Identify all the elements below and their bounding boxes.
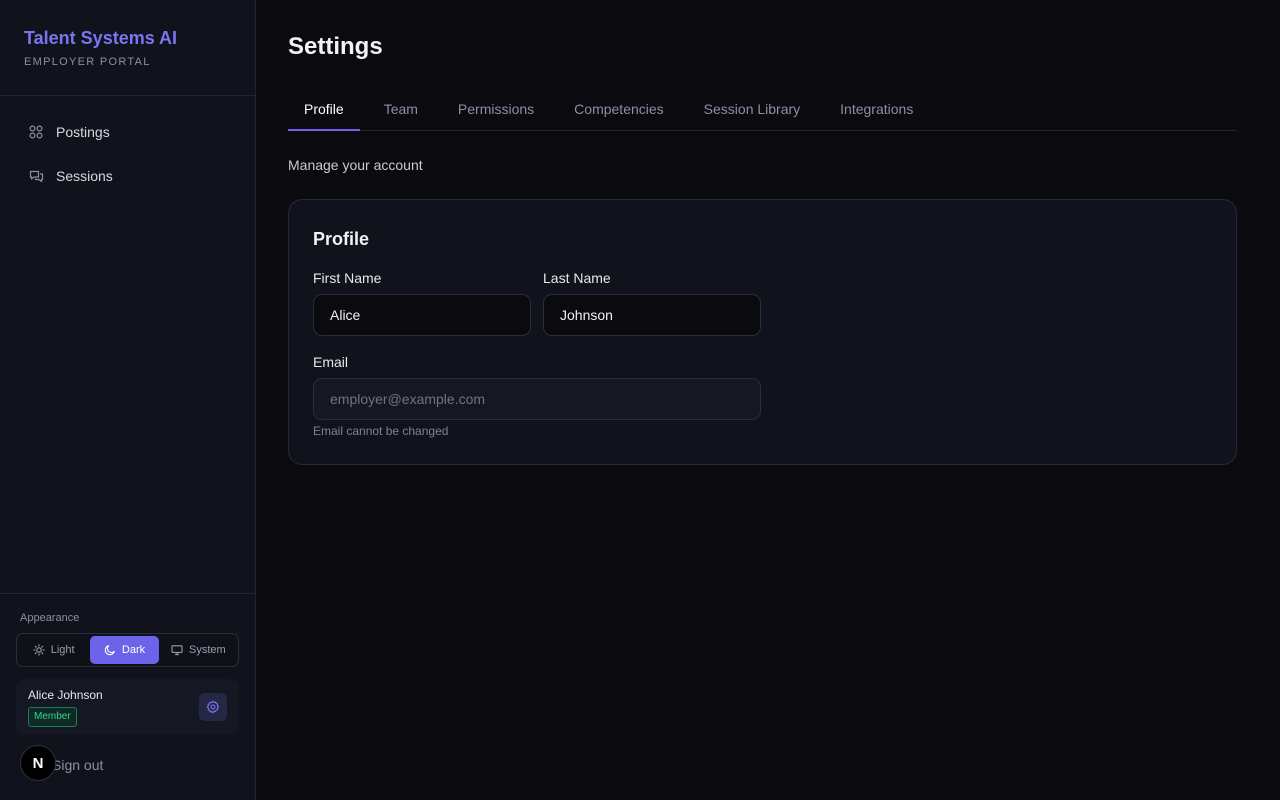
- dev-tools-badge[interactable]: N: [20, 745, 56, 781]
- theme-dark-button[interactable]: Dark: [90, 636, 159, 664]
- sign-out-link[interactable]: Sign out: [52, 757, 103, 773]
- appearance-label: Appearance: [20, 612, 80, 624]
- email-help-text: Email cannot be changed: [313, 424, 449, 438]
- sidebar: Talent Systems AI EMPLOYER PORTAL Postin…: [0, 0, 256, 800]
- settings-tabs: Profile Team Permissions Competencies Se…: [288, 88, 1237, 131]
- profile-card: Profile First Name Last Name Email Email…: [288, 199, 1237, 465]
- last-name-label: Last Name: [543, 270, 611, 286]
- brand-subtitle: EMPLOYER PORTAL: [24, 56, 151, 68]
- grid-icon: [28, 124, 44, 140]
- tab-integrations[interactable]: Integrations: [824, 88, 929, 130]
- sidebar-nav: Postings Sessions: [0, 96, 255, 196]
- theme-dark-label: Dark: [121, 644, 146, 656]
- tab-permissions[interactable]: Permissions: [442, 88, 550, 130]
- sidebar-item-label: Sessions: [56, 168, 113, 184]
- first-name-input[interactable]: [313, 294, 531, 336]
- user-settings-button[interactable]: [199, 693, 227, 721]
- brand: Talent Systems AI EMPLOYER PORTAL: [0, 0, 255, 96]
- user-card: Alice Johnson Member: [16, 679, 239, 735]
- tab-session-library[interactable]: Session Library: [688, 88, 817, 130]
- sun-icon: [32, 644, 45, 656]
- sidebar-item-label: Postings: [56, 124, 110, 140]
- user-name: Alice Johnson: [28, 688, 103, 702]
- theme-light-label: Light: [50, 644, 75, 656]
- tab-competencies[interactable]: Competencies: [558, 88, 680, 130]
- role-badge: Member: [28, 707, 77, 727]
- page-title: Settings: [288, 33, 383, 60]
- brand-title[interactable]: Talent Systems AI: [24, 28, 231, 48]
- profile-card-title: Profile: [313, 229, 370, 249]
- sidebar-item-postings[interactable]: Postings: [16, 112, 239, 152]
- gear-icon: [206, 700, 220, 714]
- last-name-input[interactable]: [543, 294, 761, 336]
- email-input: [313, 378, 761, 420]
- theme-light-button[interactable]: Light: [19, 636, 88, 664]
- email-label: Email: [313, 354, 349, 370]
- chat-icon: [28, 168, 44, 184]
- theme-system-label: System: [189, 644, 226, 656]
- moon-icon: [104, 644, 116, 656]
- tab-team[interactable]: Team: [368, 88, 434, 130]
- page-subtitle: Manage your account: [288, 157, 423, 173]
- tab-profile[interactable]: Profile: [288, 88, 360, 131]
- sidebar-item-sessions[interactable]: Sessions: [16, 156, 239, 196]
- theme-system-button[interactable]: System: [161, 636, 236, 664]
- monitor-icon: [171, 644, 183, 656]
- first-name-label: First Name: [313, 270, 382, 286]
- theme-toggle: Light Dark System: [16, 633, 239, 667]
